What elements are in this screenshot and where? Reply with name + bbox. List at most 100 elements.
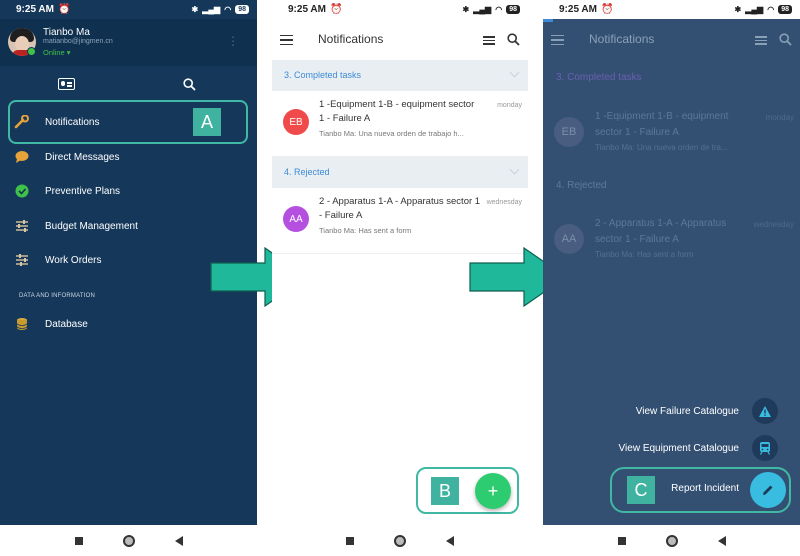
system-nav-bar xyxy=(0,525,257,556)
recents-button[interactable] xyxy=(617,536,626,545)
more-vertical-icon[interactable]: ⋮ xyxy=(227,35,239,47)
menu-label: Work Orders xyxy=(45,254,102,266)
view-equipment-catalogue-button[interactable] xyxy=(752,435,778,461)
battery-indicator: 98 xyxy=(778,5,792,14)
notification-title: 1 -Equipment 1-B - equipment sector 1 - … xyxy=(595,111,729,138)
menu-item-budget-management[interactable]: Budget Management xyxy=(0,211,257,241)
chat-bubble-icon xyxy=(15,151,29,163)
menu-icon xyxy=(551,35,564,45)
app-bar: Notifications xyxy=(543,19,800,62)
speed-dial-label[interactable]: View Equipment Catalogue xyxy=(619,443,739,454)
alarm-icon: ⏰ xyxy=(57,4,71,15)
warning-icon xyxy=(759,405,771,417)
menu-label: Budget Management xyxy=(45,220,138,232)
menu-icon[interactable] xyxy=(280,35,293,45)
speed-dial-label[interactable]: Report Incident xyxy=(671,483,739,494)
menu-label: Direct Messages xyxy=(45,151,120,163)
sliders-icon xyxy=(16,254,28,266)
battery-indicator: 98 xyxy=(506,5,520,14)
wifi-icon: ◠ xyxy=(495,5,503,14)
alarm-icon: ⏰ xyxy=(600,4,614,15)
page-title: Notifications xyxy=(318,32,384,46)
add-fab-button[interactable]: + xyxy=(475,473,511,509)
step-badge-b: B xyxy=(431,477,459,505)
notification-item[interactable]: AA 2 - Apparatus 1-A - Apparatus sector … xyxy=(272,189,528,254)
wrench-icon xyxy=(14,115,29,129)
search-icon xyxy=(779,33,792,46)
notification-preview: Tianbo Ma: Has sent a form xyxy=(319,226,412,235)
group-header-rejected[interactable]: 4. Rejected xyxy=(272,157,528,188)
train-icon xyxy=(759,442,771,455)
group-title: 3. Completed tasks xyxy=(556,72,642,83)
wifi-icon: ◠ xyxy=(767,5,775,14)
status-time: 9:25 AM xyxy=(288,4,326,15)
notification-title: 2 - Apparatus 1-A - Apparatus sector 1 -… xyxy=(319,196,481,221)
speed-dial-label[interactable]: View Failure Catalogue xyxy=(636,406,739,417)
recents-button[interactable] xyxy=(346,536,354,545)
notification-day: monday xyxy=(765,113,794,122)
menu-item-direct-messages[interactable]: Direct Messages xyxy=(0,142,257,172)
avatar: EB xyxy=(283,109,309,135)
group-title: 4. Rejected xyxy=(284,167,330,177)
menu-item-preventive-plans[interactable]: Preventive Plans xyxy=(0,176,257,206)
status-bar: 9:25 AM ⏰ ✱ ▂▄▆ ◠ 98 xyxy=(543,0,800,19)
back-button[interactable] xyxy=(446,535,454,546)
pencil-icon xyxy=(763,485,773,495)
home-button[interactable] xyxy=(122,534,135,547)
chevron-down-icon xyxy=(509,164,520,175)
recents-button[interactable] xyxy=(74,536,83,545)
step-badge-c: C xyxy=(627,476,655,504)
notification-day: wednesday xyxy=(753,220,794,229)
group-header-completed[interactable]: 3. Completed tasks xyxy=(272,60,528,91)
menu-item-database[interactable]: Database xyxy=(0,309,257,339)
notification-day: monday xyxy=(497,102,522,109)
wifi-icon: ◠ xyxy=(224,5,232,14)
menu-item-notifications[interactable]: Notifications xyxy=(0,107,257,137)
filter-list-icon[interactable] xyxy=(483,36,495,45)
notification-preview: Tianbo Ma: Has sent a form xyxy=(595,250,694,259)
page-title: Notifications xyxy=(589,32,655,46)
signal-icon: ▂▄▆ xyxy=(745,5,764,14)
status-time: 9:25 AM xyxy=(559,4,597,15)
home-button[interactable] xyxy=(394,534,406,547)
report-incident-button[interactable] xyxy=(750,472,786,508)
status-bar: 9:25 AM ⏰ ✱ ▂▄▆ ◠ 98 xyxy=(272,0,528,19)
bluetooth-icon: ✱ xyxy=(734,5,742,14)
notification-preview: Tianbo Ma: Una nueva orden de tra... xyxy=(595,143,728,152)
profile-email: matianbo@jingmen.cn xyxy=(43,38,113,45)
chevron-down-icon xyxy=(509,67,520,78)
alarm-icon: ⏰ xyxy=(329,4,343,15)
notification-title: 2 - Apparatus 1-A - Apparatus sector 1 -… xyxy=(595,218,727,245)
back-button[interactable] xyxy=(174,535,183,546)
drawer-tabs xyxy=(0,66,257,100)
sliders-icon xyxy=(16,220,28,232)
profile-name: Tianbo Ma xyxy=(43,27,90,38)
profile-header[interactable]: Tianbo Ma matianbo@jingmen.cn Online ▾ ⋮ xyxy=(0,19,257,66)
search-icon[interactable] xyxy=(183,78,196,91)
online-indicator xyxy=(27,47,36,56)
bluetooth-icon: ✱ xyxy=(462,5,470,14)
notification-title: 1 -Equipment 1-B - equipment sector 1 - … xyxy=(319,99,475,124)
notification-item[interactable]: EB 1 -Equipment 1-B - equipment sector 1… xyxy=(272,92,528,157)
menu-label: Notifications xyxy=(45,116,100,128)
contact-card-icon[interactable] xyxy=(58,78,75,90)
avatar: AA xyxy=(554,224,584,254)
home-button[interactable] xyxy=(665,534,678,547)
preventive-icon xyxy=(15,184,29,198)
group-title: 4. Rejected xyxy=(556,180,607,191)
signal-icon: ▂▄▆ xyxy=(473,5,492,14)
menu-label: Database xyxy=(45,318,88,330)
view-failure-catalogue-button[interactable] xyxy=(752,398,778,424)
notification-preview: Tianbo Ma: Una nueva orden de trabajo h.… xyxy=(319,129,464,138)
search-icon[interactable] xyxy=(507,33,520,46)
status-bar: 9:25 AM ⏰ ✱ ▂▄▆ ◠ 98 xyxy=(0,0,257,19)
status-label: Online xyxy=(43,48,65,57)
back-button[interactable] xyxy=(717,535,726,546)
app-bar: Notifications xyxy=(272,19,528,62)
signal-icon: ▂▄▆ xyxy=(202,5,221,14)
system-nav-bar xyxy=(543,525,800,556)
group-title: 3. Completed tasks xyxy=(284,70,362,80)
menu-label: Preventive Plans xyxy=(45,185,121,197)
status-dropdown[interactable]: Online ▾ xyxy=(43,48,71,57)
speed-dial-screen: 9:25 AM ⏰ ✱ ▂▄▆ ◠ 98 Notifications 3. Co… xyxy=(543,0,800,556)
